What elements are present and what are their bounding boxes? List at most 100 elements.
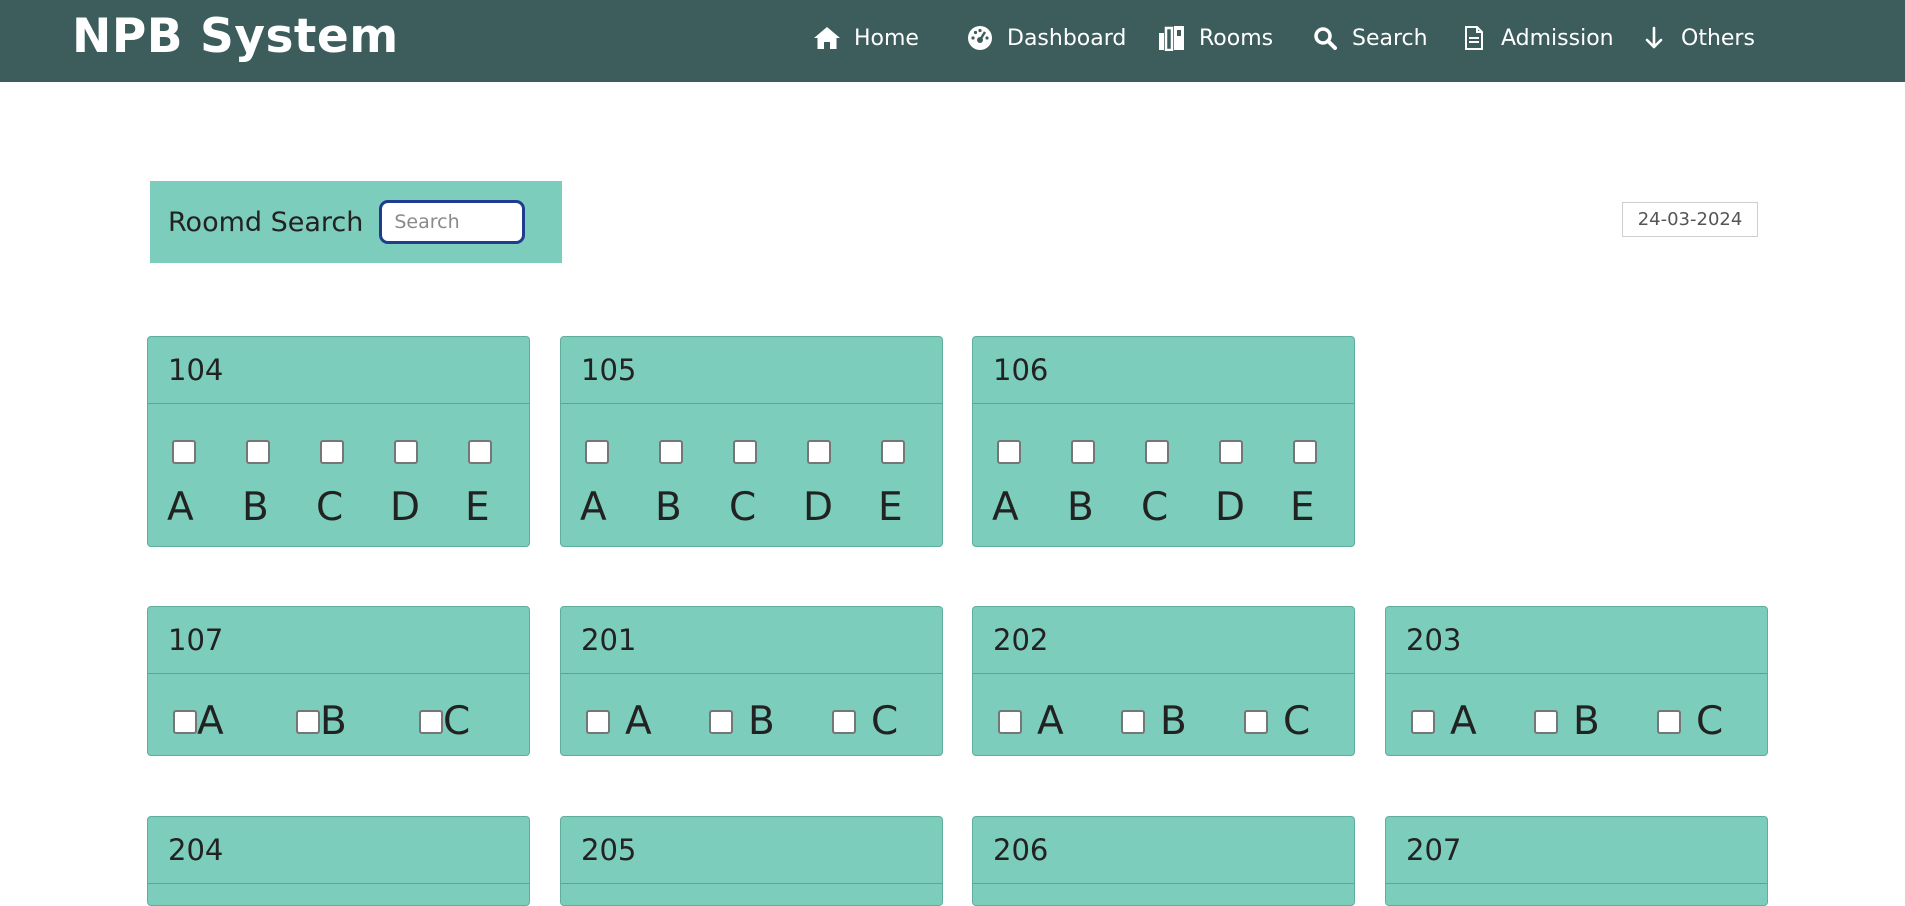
bed-label: A — [197, 699, 224, 744]
bed-label: B — [1160, 699, 1187, 744]
bed-label: A — [992, 485, 1019, 530]
bed-label: C — [729, 485, 757, 530]
room-number: 206 — [973, 817, 1354, 884]
room-number: 205 — [561, 817, 942, 884]
bed-label: C — [871, 699, 899, 744]
bed-checkbox[interactable] — [659, 440, 683, 464]
bed-checkbox[interactable] — [1244, 710, 1268, 734]
nav-search-label: Search — [1352, 25, 1428, 51]
room-card: 203 A B C — [1385, 606, 1768, 756]
room-search-panel: Roomd Search — [150, 181, 562, 263]
bed-checkbox[interactable] — [709, 710, 733, 734]
bed-checkbox[interactable] — [998, 710, 1022, 734]
bed-label: C — [1696, 699, 1724, 744]
room-number: 106 — [973, 337, 1354, 404]
room-card: 201 A B C — [560, 606, 943, 756]
bed-label: B — [748, 699, 775, 744]
bed-checkbox[interactable] — [733, 440, 757, 464]
room-number: 207 — [1386, 817, 1767, 884]
arrow-down-icon — [1639, 23, 1669, 53]
nav-search[interactable]: Search — [1310, 20, 1428, 56]
nav-admission[interactable]: Admission — [1459, 20, 1614, 56]
home-icon — [812, 23, 842, 53]
dashboard-icon — [965, 23, 995, 53]
bed-label: E — [465, 485, 490, 530]
room-card: 205 — [560, 816, 943, 906]
bed-checkbox[interactable] — [1657, 710, 1681, 734]
bed-label: A — [580, 485, 607, 530]
bed-checkbox[interactable] — [807, 440, 831, 464]
nav-home-label: Home — [854, 25, 919, 51]
bed-checkbox[interactable] — [246, 440, 270, 464]
nav-dashboard[interactable]: Dashboard — [965, 20, 1126, 56]
nav-others[interactable]: Others — [1639, 20, 1755, 56]
bed-label: C — [443, 699, 471, 744]
nav-rooms-label: Rooms — [1199, 25, 1274, 51]
bed-checkbox[interactable] — [296, 710, 320, 734]
room-card: 105 A B C D E — [560, 336, 943, 547]
room-card: 207 — [1385, 816, 1768, 906]
bed-label: E — [1290, 485, 1315, 530]
bed-checkbox[interactable] — [585, 440, 609, 464]
nav-dashboard-label: Dashboard — [1007, 25, 1127, 51]
nav-others-label: Others — [1681, 25, 1755, 51]
bed-checkbox[interactable] — [419, 710, 443, 734]
room-number: 203 — [1386, 607, 1767, 674]
room-number: 201 — [561, 607, 942, 674]
bed-checkbox[interactable] — [1145, 440, 1169, 464]
bed-label: A — [625, 699, 652, 744]
room-card: 204 — [147, 816, 530, 906]
room-number: 202 — [973, 607, 1354, 674]
nav-home[interactable]: Home — [812, 20, 919, 56]
room-card: 202 A B C — [972, 606, 1355, 756]
rooms-icon — [1157, 23, 1187, 53]
bed-label: A — [167, 485, 194, 530]
room-number: 105 — [561, 337, 942, 404]
room-card: 104 A B C D E — [147, 336, 530, 547]
bed-label: B — [655, 485, 682, 530]
bed-label: D — [390, 485, 421, 530]
bed-checkbox[interactable] — [586, 710, 610, 734]
top-navbar: NPB System Home Dashboard Rooms Search A… — [0, 0, 1905, 82]
bed-label: D — [803, 485, 834, 530]
bed-checkbox[interactable] — [1411, 710, 1435, 734]
bed-checkbox[interactable] — [394, 440, 418, 464]
bed-label: B — [1067, 485, 1094, 530]
room-number: 204 — [148, 817, 529, 884]
room-search-label: Roomd Search — [168, 206, 364, 238]
bed-label: D — [1215, 485, 1246, 530]
bed-label: A — [1037, 699, 1064, 744]
room-card: 107 A B C — [147, 606, 530, 756]
search-input[interactable] — [379, 200, 526, 244]
bed-label: B — [1573, 699, 1600, 744]
bed-checkbox[interactable] — [1293, 440, 1317, 464]
bed-label: A — [1450, 699, 1477, 744]
bed-label: B — [242, 485, 269, 530]
bed-label: B — [320, 699, 347, 744]
search-icon — [1310, 23, 1340, 53]
bed-label: C — [316, 485, 344, 530]
nav-rooms[interactable]: Rooms — [1157, 20, 1273, 56]
bed-label: E — [878, 485, 903, 530]
bed-checkbox[interactable] — [468, 440, 492, 464]
bed-label: C — [1283, 699, 1311, 744]
bed-checkbox[interactable] — [832, 710, 856, 734]
room-card: 106 A B C D E — [972, 336, 1355, 547]
room-card: 206 — [972, 816, 1355, 906]
bed-checkbox[interactable] — [172, 440, 196, 464]
bed-checkbox[interactable] — [1534, 710, 1558, 734]
document-icon — [1459, 23, 1489, 53]
bed-checkbox[interactable] — [881, 440, 905, 464]
bed-checkbox[interactable] — [1121, 710, 1145, 734]
bed-label: C — [1141, 485, 1169, 530]
nav-admission-label: Admission — [1501, 25, 1614, 51]
bed-checkbox[interactable] — [1219, 440, 1243, 464]
bed-checkbox[interactable] — [997, 440, 1021, 464]
room-number: 104 — [148, 337, 529, 404]
bed-checkbox[interactable] — [1071, 440, 1095, 464]
brand-title[interactable]: NPB System — [72, 6, 399, 68]
bed-checkbox[interactable] — [173, 710, 197, 734]
bed-checkbox[interactable] — [320, 440, 344, 464]
date-display: 24-03-2024 — [1622, 202, 1758, 237]
room-number: 107 — [148, 607, 529, 674]
